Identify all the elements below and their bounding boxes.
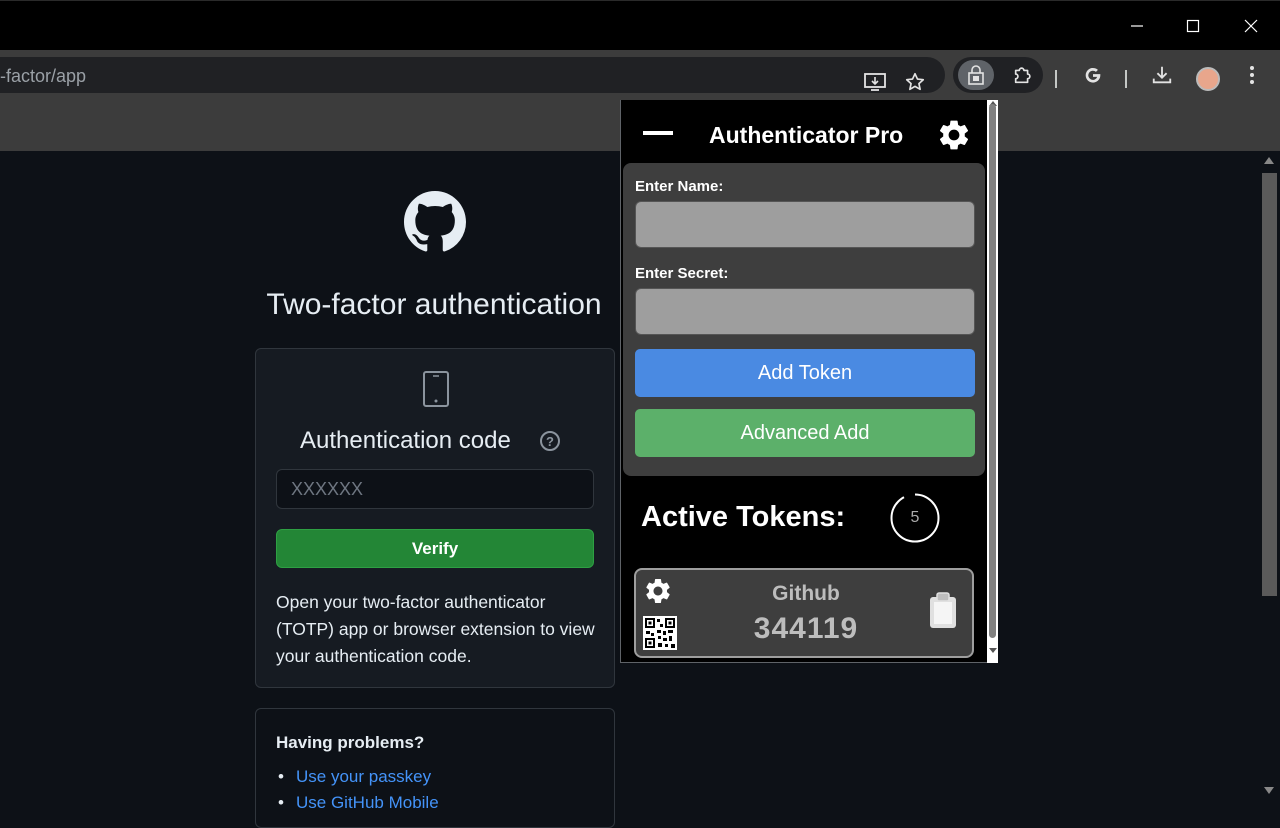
google-button[interactable] xyxy=(1081,63,1105,87)
name-label: Enter Name: xyxy=(635,178,724,195)
token-code: 344119 xyxy=(753,612,859,645)
minimize-icon xyxy=(1131,25,1143,27)
browser-toolbar: -factor/app xyxy=(0,50,1280,100)
token-name: Github xyxy=(772,582,840,605)
popup-scrollbar[interactable] xyxy=(987,100,998,663)
use-passkey-link[interactable]: Use your passkey xyxy=(276,767,439,793)
chrome-menu-button[interactable] xyxy=(1240,63,1264,87)
token-settings-gear-icon[interactable] xyxy=(643,576,673,606)
auth-code-card: Authentication code ? Verify Open your t… xyxy=(255,348,615,688)
close-icon xyxy=(1244,19,1258,33)
problems-heading: Having problems? xyxy=(276,733,425,752)
auth-code-input[interactable] xyxy=(276,469,594,509)
install-app-icon xyxy=(864,73,886,91)
copy-clipboard-icon[interactable] xyxy=(928,592,958,630)
advanced-add-button[interactable]: Advanced Add xyxy=(635,409,975,457)
secret-input[interactable] xyxy=(635,288,975,335)
more-vert-icon xyxy=(1250,66,1254,84)
active-tokens-heading: Active Tokens: xyxy=(641,501,846,533)
maximize-button[interactable] xyxy=(1170,9,1216,43)
minimize-popup-button[interactable] xyxy=(643,131,673,135)
maximize-icon xyxy=(1186,19,1200,33)
address-bar[interactable]: -factor/app xyxy=(0,57,945,93)
github-logo-icon[interactable] xyxy=(404,191,466,253)
help-icon[interactable]: ? xyxy=(540,431,560,451)
download-icon xyxy=(1152,66,1172,84)
popup-title: Authenticator Pro xyxy=(709,122,904,148)
downloads-button[interactable] xyxy=(1150,63,1174,87)
verify-button[interactable]: Verify xyxy=(276,529,594,568)
add-token-button[interactable]: Add Token xyxy=(635,349,975,397)
extensions-button[interactable] xyxy=(1011,63,1035,87)
popup-scroll-down-arrow-icon[interactable] xyxy=(989,648,997,653)
having-problems-card: Having problems? Use your passkey Use Gi… xyxy=(255,708,615,828)
scroll-up-arrow-icon[interactable] xyxy=(1264,157,1274,164)
url-text: -factor/app xyxy=(0,66,87,86)
star-icon xyxy=(905,72,925,91)
bookmark-star-button[interactable] xyxy=(903,70,927,94)
countdown-seconds: 5 xyxy=(910,509,920,526)
scroll-down-arrow-icon[interactable] xyxy=(1264,787,1274,794)
google-icon xyxy=(1085,67,1101,83)
browser-title-bar xyxy=(0,0,1280,50)
add-token-form: Enter Name: Enter Secret: Add Token Adva… xyxy=(623,163,985,476)
toolbar-divider xyxy=(1055,70,1057,88)
puzzle-icon xyxy=(1014,67,1031,84)
install-app-button[interactable] xyxy=(863,70,887,94)
gear-icon[interactable] xyxy=(936,117,972,153)
minimize-button[interactable] xyxy=(1114,9,1160,43)
toolbar-divider xyxy=(1125,70,1127,88)
token-card: Github 344119 xyxy=(634,568,974,658)
name-input[interactable] xyxy=(635,201,975,248)
profile-avatar[interactable] xyxy=(1196,67,1220,91)
scrollbar-thumb[interactable] xyxy=(1262,173,1277,596)
authenticator-popup: Authenticator Pro Enter Name: Enter Secr… xyxy=(620,100,998,663)
qr-code-icon[interactable] xyxy=(643,616,677,650)
authenticator-extension-button[interactable] xyxy=(958,60,994,90)
problem-links: Use your passkey Use GitHub Mobile xyxy=(276,767,439,819)
secret-label: Enter Secret: xyxy=(635,265,729,282)
page-title: Two-factor authentication xyxy=(266,288,602,321)
mobile-device-icon xyxy=(423,371,449,407)
close-window-button[interactable] xyxy=(1228,9,1274,43)
page-scrollbar[interactable] xyxy=(1259,151,1280,800)
lock-icon xyxy=(968,65,984,85)
use-github-mobile-link[interactable]: Use GitHub Mobile xyxy=(276,793,439,819)
auth-code-heading: Authentication code xyxy=(300,427,511,454)
popup-scrollbar-thumb[interactable] xyxy=(989,104,996,638)
auth-code-description: Open your two-factor authenticator (TOTP… xyxy=(276,592,595,666)
